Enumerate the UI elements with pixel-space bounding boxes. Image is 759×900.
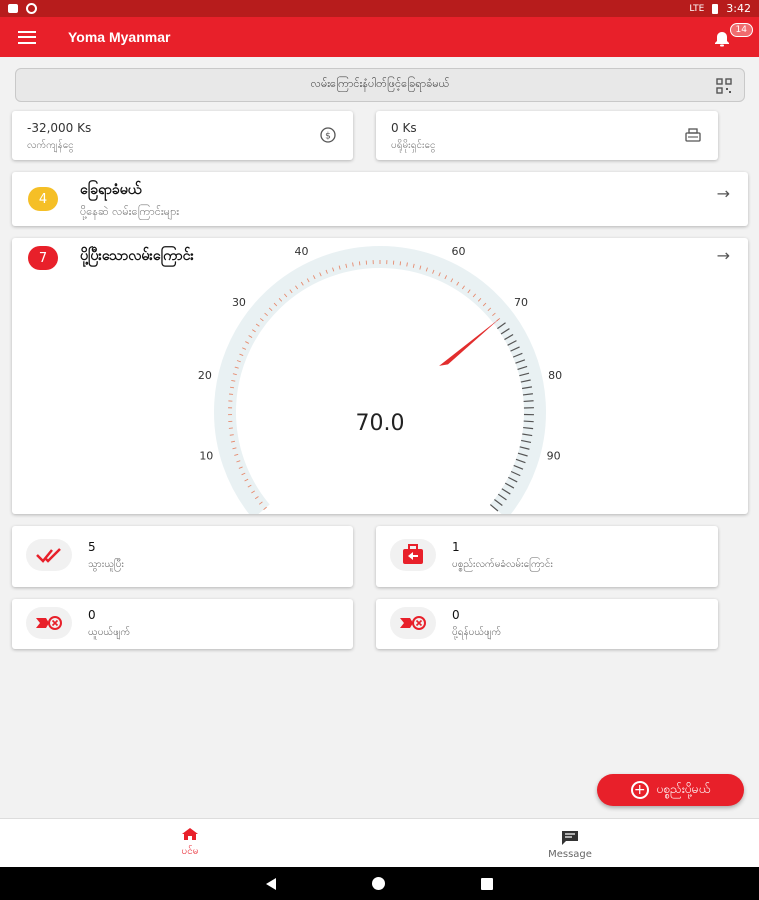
send-parcel-label: ပစ္စည်းပို့မယ် [656, 782, 711, 796]
nav-home[interactable]: ပင်မ [150, 827, 230, 859]
cash-register-icon [685, 128, 701, 142]
gauge-tick-label: 10 [199, 449, 213, 462]
arrow-right-icon[interactable]: → [717, 184, 730, 203]
promotion-balance-card[interactable]: 0 Ks ပရိုမိုးရှင်းငွေ [376, 111, 718, 160]
battery-icon [712, 3, 719, 14]
return-box-icon [390, 539, 436, 571]
gauge-tick-label: 40 [295, 245, 309, 258]
tracking-count-badge: 4 [28, 187, 58, 211]
status-time: 3:42 [726, 2, 751, 15]
stat-card-pickup-cancelled[interactable]: 0 ယူပယ်ဖျက် [12, 599, 353, 649]
stat-value: 1 [452, 540, 460, 554]
sync-status-icon [26, 3, 37, 14]
stat-value: 0 [452, 608, 460, 622]
stat-value: 5 [88, 540, 96, 554]
tracking-title: ခြေရာခံမယ် [80, 182, 142, 198]
cancel-ticket-icon [26, 607, 72, 639]
add-circle-icon: + [630, 781, 649, 799]
speed-gauge: 010203040506070809010070.0 [198, 238, 562, 514]
sent-routes-title: ပို့ပြီးသောလမ်းကြောင်း [80, 248, 194, 264]
gauge-value: 70.0 [356, 411, 405, 436]
system-navigation-bar [0, 867, 759, 900]
gauge-tick [358, 261, 361, 266]
notification-count-badge: 14 [729, 23, 753, 37]
back-icon[interactable] [266, 877, 276, 890]
message-icon [562, 831, 578, 845]
sent-count-badge: 7 [28, 246, 58, 270]
app-bar: Yoma Myanmar 14 [0, 17, 759, 57]
track-search-bar[interactable]: လမ်းကြောင်းနံပါတ်ဖြင့်ခြေရာခံမယ် [15, 68, 745, 102]
balance-card[interactable]: -32,000 Ks လက်ကျန်ငွေ $ [12, 111, 353, 160]
gauge-tick-label: 60 [451, 245, 465, 258]
gauge-tick [229, 434, 234, 436]
stat-card-delivery-cancelled[interactable]: 0 ပို့ရန်ပယ်ဖျက် [376, 599, 718, 649]
stat-label: ပို့ရန်ပယ်ဖျက် [452, 627, 502, 638]
cancel-delivery-icon [390, 607, 436, 639]
sent-routes-card[interactable]: 010203040506070809010070.0 7 ပို့ပြီးသော… [12, 238, 748, 514]
balance-label: လက်ကျန်ငွေ [27, 140, 74, 151]
nav-message-label: Message [548, 849, 592, 860]
tracking-subtitle: ပို့နေဆဲ လမ်းကြောင်းများ [80, 205, 180, 218]
gauge-tick-label: 30 [232, 296, 246, 309]
stat-value: 0 [88, 608, 96, 622]
gauge-tick-label: 20 [198, 369, 212, 382]
qr-code-icon[interactable] [716, 78, 732, 94]
gauge-tick-label: 50 [373, 238, 387, 240]
stat-label: ယူပယ်ဖျက် [88, 627, 131, 638]
gauge-tick-label: 70 [514, 296, 528, 309]
gauge-track [214, 246, 546, 514]
promotion-balance-label: ပရိုမိုးရှင်းငွေ [391, 140, 436, 151]
gauge-tick-label: 90 [547, 449, 561, 462]
gauge-tick [523, 400, 534, 403]
gauge-needle [439, 317, 501, 366]
gauge-tick-label: 80 [548, 369, 562, 382]
stat-card-picked-up[interactable]: 5 သွားယူပြီး [12, 526, 353, 587]
track-search-label: လမ်းကြောင်းနံပါတ်ဖြင့်ခြေရာခံမယ် [310, 77, 450, 90]
nav-message[interactable]: Message [530, 830, 610, 860]
dollar-coin-icon: $ [320, 127, 336, 143]
promotion-balance-value: 0 Ks [391, 121, 417, 135]
stat-label: ပစ္စည်းလက်မခံလမ်းကြောင်း [452, 559, 553, 570]
stat-label: သွားယူပြီး [88, 559, 124, 570]
home-icon [182, 828, 198, 840]
app-title: Yoma Myanmar [68, 29, 171, 45]
balance-value: -32,000 Ks [27, 121, 92, 135]
status-bar: LTE 3:42 [0, 0, 759, 17]
send-parcel-button[interactable]: + ပစ္စည်းပို့မယ် [597, 774, 744, 806]
tracking-row[interactable]: 4 ခြေရာခံမယ် ပို့နေဆဲ လမ်းကြောင်းများ → [12, 172, 748, 226]
home-circle-icon[interactable] [372, 877, 385, 890]
gauge-tick [523, 420, 534, 423]
recent-apps-icon[interactable] [481, 877, 493, 890]
check-icon [26, 539, 72, 571]
gauge-tick [399, 261, 402, 266]
notification-bell-icon[interactable] [713, 31, 731, 47]
svg-text:$: $ [325, 132, 331, 142]
notification-app-icon [8, 4, 18, 13]
menu-icon[interactable] [18, 30, 36, 44]
arrow-right-icon[interactable]: → [717, 246, 730, 265]
stat-card-rejected[interactable]: 1 ပစ္စည်းလက်မခံလမ်းကြောင်း [376, 526, 718, 587]
nav-home-label: ပင်မ [181, 846, 199, 857]
bottom-navigation: ပင်မ Message [0, 818, 759, 867]
network-type-icon: LTE [689, 3, 705, 14]
